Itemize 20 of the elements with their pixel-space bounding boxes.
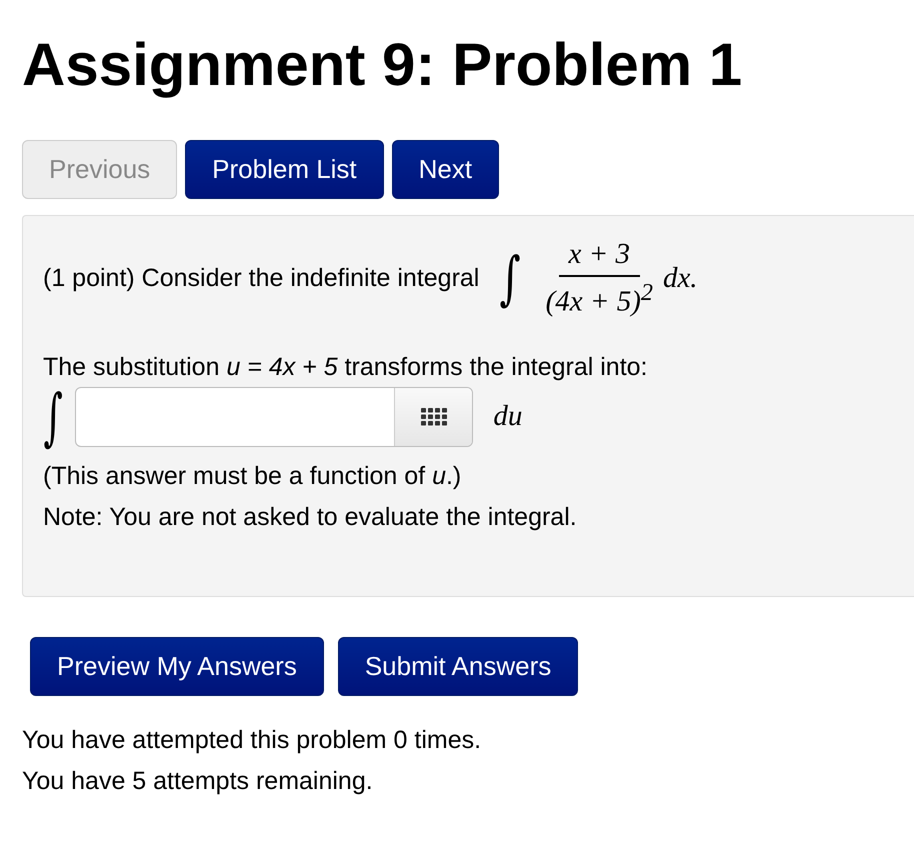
- keypad-icon: [420, 408, 447, 426]
- substitution-text: The substitution u = 4x + 5 transforms the integral into:: [43, 352, 649, 382]
- numerator: x + 3: [558, 238, 640, 277]
- page-title: Assignment 9: Problem 1: [22, 30, 744, 100]
- submit-button[interactable]: Preview My Answers: [30, 637, 324, 696]
- note-text: (This answer must be a function of u.): [43, 462, 462, 491]
- attempts-text: You have 5 attempts remaining.: [22, 767, 374, 796]
- answer-field[interactable]: [75, 386, 474, 447]
- differential: dx.: [662, 262, 698, 295]
- integral-sign: ∫: [500, 249, 522, 308]
- differential: du: [493, 400, 522, 434]
- problem-intro: (1 point) Consider the indefinite integral: [43, 264, 480, 293]
- nav-button[interactable]: Problem List: [185, 140, 384, 199]
- note-text: Note: You are not asked to evaluate the integral.: [43, 502, 578, 532]
- denominator: (4x + 5)$^{2}$: [546, 278, 653, 319]
- integral-sign: ∫: [43, 386, 63, 448]
- equation-editor-button[interactable]: [394, 388, 472, 446]
- submit-button[interactable]: Submit Answers: [338, 637, 578, 696]
- attempts-text: You have attempted this problem 0 times.: [22, 726, 482, 755]
- nav-button[interactable]: Next: [392, 140, 500, 199]
